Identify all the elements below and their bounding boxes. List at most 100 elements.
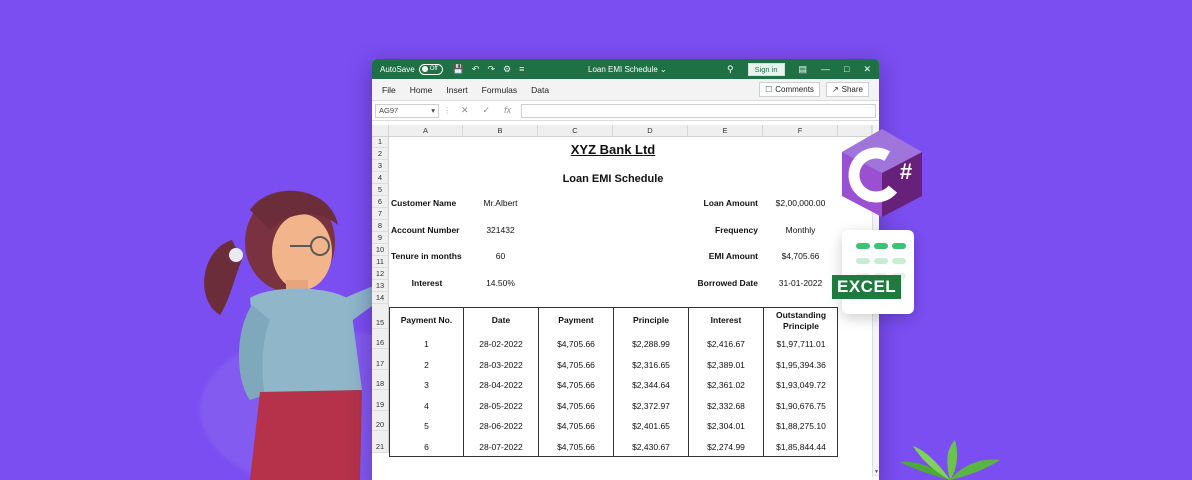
row-header[interactable]: 4 [372,172,389,184]
detail-label-left[interactable]: Tenure in months [389,249,465,263]
menu-file[interactable]: File [382,85,396,95]
detail-value-left[interactable]: 321432 [463,223,538,237]
customize-toolbar-icon[interactable]: ≡ [519,64,524,75]
table-cell[interactable]: $2,344.64 [613,375,688,395]
table-cell[interactable]: $1,97,711.01 [763,333,838,354]
table-cell[interactable]: 28-06-2022 [463,416,538,436]
detail-value-right[interactable]: $2,00,000.00 [763,196,838,210]
detail-label-left[interactable]: Interest [389,276,465,290]
undo-icon[interactable]: ↶ [472,64,480,75]
table-cell[interactable]: $4,705.66 [538,395,613,416]
table-cell[interactable]: 6 [389,436,463,457]
detail-value-right[interactable]: $4,705.66 [763,249,838,263]
row-header[interactable]: 3 [372,160,389,172]
row-header[interactable]: 19 [372,390,389,411]
function-icon[interactable]: fx [504,105,511,116]
name-box[interactable]: AG97 ▾ [375,103,439,118]
row-header[interactable]: 9 [372,232,389,244]
row-header[interactable]: 10 [372,244,389,256]
comments-button[interactable]: ☐ Comments [759,82,820,97]
table-cell[interactable]: $2,304.01 [688,416,763,436]
table-cell[interactable]: $4,705.66 [538,416,613,436]
document-title[interactable]: Loan EMI Schedule ⌄ [588,65,667,74]
formula-input[interactable] [521,103,876,118]
table-cell[interactable]: $1,95,394.36 [763,354,838,375]
bank-name-title[interactable]: XYZ Bank Ltd [538,140,688,158]
column-header-f[interactable]: F [763,125,838,137]
format-painter-icon[interactable]: ⚙ [503,64,511,75]
row-header[interactable]: 6 [372,196,389,208]
table-header-cell[interactable]: Interest [688,307,763,333]
table-cell[interactable]: 28-05-2022 [463,395,538,416]
detail-value-left[interactable]: 60 [463,249,538,263]
table-header-cell[interactable]: Payment [538,307,613,333]
row-header[interactable]: 11 [372,256,389,268]
row-header[interactable]: 1 [372,137,389,148]
row-header[interactable]: 13 [372,280,389,292]
detail-value-right[interactable]: 31-01-2022 [763,276,838,290]
menu-insert[interactable]: Insert [446,85,467,95]
row-header[interactable]: 2 [372,148,389,160]
table-cell[interactable]: $2,332.68 [688,395,763,416]
menu-formulas[interactable]: Formulas [482,85,517,95]
redo-icon[interactable]: ↷ [487,64,495,75]
scroll-down-icon[interactable]: ▼ [873,469,879,477]
table-cell[interactable]: $1,85,844.44 [763,436,838,457]
table-cell[interactable]: $1,88,275.10 [763,416,838,436]
detail-label-right[interactable]: Borrowed Date [672,276,762,290]
search-icon[interactable]: ⚲ [727,64,734,75]
table-cell[interactable]: 28-02-2022 [463,333,538,354]
autosave-toggle[interactable]: Off [418,63,443,75]
table-cell[interactable]: $2,389.01 [688,354,763,375]
row-header[interactable]: 21 [372,431,389,453]
enter-icon[interactable]: ✓ [483,105,491,116]
table-header-cell[interactable]: Outstanding Principle [763,307,838,333]
table-cell[interactable]: $4,705.66 [538,436,613,457]
row-header[interactable]: 17 [372,349,389,370]
detail-value-right[interactable]: Monthly [763,223,838,237]
table-cell[interactable]: $2,274.99 [688,436,763,457]
table-cell[interactable]: $2,288.99 [613,333,688,354]
table-cell[interactable]: $4,705.66 [538,354,613,375]
schedule-title[interactable]: Loan EMI Schedule [538,170,688,188]
detail-label-right[interactable]: Loan Amount [672,196,762,210]
row-header[interactable]: 20 [372,411,389,431]
detail-label-left[interactable]: Account Number [389,223,465,237]
row-header[interactable]: 15 [372,304,389,329]
table-cell[interactable]: $1,90,676.75 [763,395,838,416]
autosave-control[interactable]: AutoSave Off [380,63,443,75]
row-header[interactable]: 8 [372,220,389,232]
table-cell[interactable]: 3 [389,375,463,395]
detail-label-right[interactable]: Frequency [672,223,762,237]
table-cell[interactable]: $2,430.67 [613,436,688,457]
detail-label-left[interactable]: Customer Name [389,196,465,210]
table-cell[interactable]: 2 [389,354,463,375]
table-header-cell[interactable]: Payment No. [389,307,463,333]
row-header[interactable]: 5 [372,184,389,196]
row-header[interactable]: 16 [372,329,389,349]
cancel-icon[interactable]: ✕ [461,105,469,116]
maximize-icon[interactable]: □ [844,64,849,74]
table-cell[interactable]: 4 [389,395,463,416]
column-header-d[interactable]: D [613,125,688,137]
table-cell[interactable]: 5 [389,416,463,436]
row-header[interactable]: 7 [372,208,389,220]
ribbon-display-icon[interactable]: ▤ [799,64,808,75]
table-cell[interactable]: $2,316.65 [613,354,688,375]
select-all-corner[interactable] [372,125,389,137]
table-cell[interactable]: $2,372.97 [613,395,688,416]
table-header-cell[interactable]: Date [463,307,538,333]
table-cell[interactable]: $2,416.67 [688,333,763,354]
detail-value-left[interactable]: Mr.Albert [463,196,538,210]
menu-home[interactable]: Home [410,85,433,95]
table-cell[interactable]: 28-04-2022 [463,375,538,395]
table-cell[interactable]: $4,705.66 [538,333,613,354]
share-button[interactable]: ↗ Share [825,82,869,97]
table-cell[interactable]: $4,705.66 [538,375,613,395]
sign-in-button[interactable]: Sign in [747,62,785,76]
column-header-a[interactable]: A [389,125,463,137]
table-cell[interactable]: $2,401.65 [613,416,688,436]
close-icon[interactable]: ✕ [863,64,871,75]
row-header[interactable]: 12 [372,268,389,280]
detail-label-right[interactable]: EMI Amount [672,249,762,263]
